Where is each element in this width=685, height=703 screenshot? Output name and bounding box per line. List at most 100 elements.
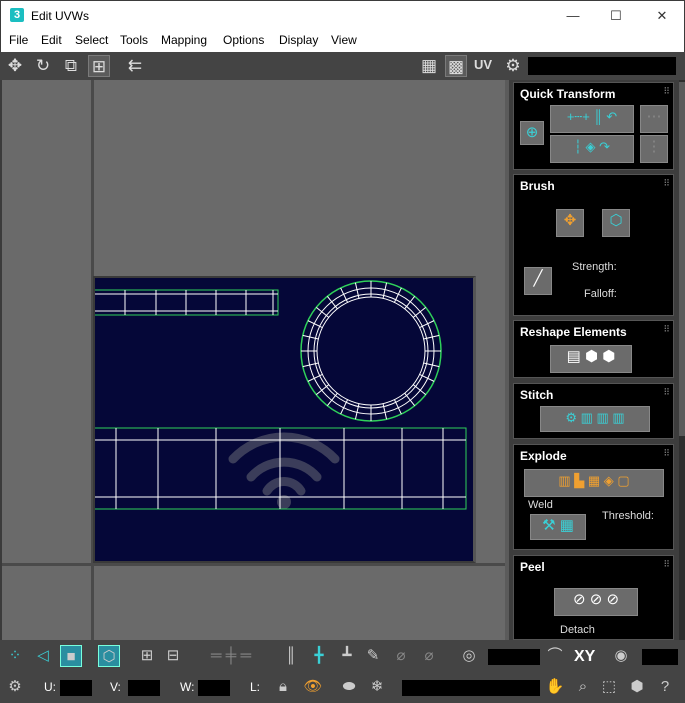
hide-icon[interactable]: 👁︎	[302, 676, 324, 698]
shrink-select-icon[interactable]: ⊟	[162, 645, 184, 667]
peel-title[interactable]: Peel	[520, 560, 545, 574]
zoom-icon[interactable]: ⌕	[572, 676, 594, 698]
menu-mapping[interactable]: Mapping	[161, 33, 207, 47]
uv-viewport[interactable]	[0, 80, 511, 640]
rotate-icon[interactable]: ↻	[32, 55, 54, 77]
mirror-icon[interactable]: ⇇	[124, 55, 146, 77]
uv-mesh	[95, 280, 467, 510]
menu-options[interactable]: Options	[223, 33, 264, 47]
stitch-title[interactable]: Stitch	[520, 388, 553, 402]
menu-edit[interactable]: Edit	[41, 33, 62, 47]
settings-icon[interactable]: ⚙	[502, 55, 524, 77]
scale-icon[interactable]: ⧉	[60, 55, 82, 77]
menu-view[interactable]: View	[331, 33, 357, 47]
transform-mode-icon[interactable]: ⚙	[4, 676, 26, 698]
freeform-mode-button[interactable]: ⊕	[520, 121, 544, 145]
show-icon[interactable]: ⬬	[338, 676, 360, 698]
align-horizontal-button[interactable]: +┄+ ║ ↶	[550, 105, 634, 133]
pan-icon[interactable]: ✋	[544, 676, 566, 698]
status-toolbar: ⚙ U: V: W: L: 🔒︎ 👁︎ ⬬ ❄ ✋ ⌕ ⬚ ⬢ ?	[0, 672, 685, 703]
reshape-elements-title[interactable]: Reshape Elements	[520, 325, 627, 339]
threshold-label: Threshold:	[602, 510, 654, 522]
zoom-extents-icon[interactable]: ⬢	[626, 676, 648, 698]
detach-label: Detach	[560, 624, 595, 636]
space-vertical-button[interactable]: ⋮	[640, 135, 668, 163]
lock-icon[interactable]: 🔒︎	[272, 676, 294, 698]
menu-tools[interactable]: Tools	[120, 33, 148, 47]
brush-size-icon[interactable]: ╱	[524, 267, 552, 295]
checker-icon[interactable]: ▦	[418, 55, 440, 77]
maximize-button[interactable]: ☐	[593, 1, 639, 31]
quick-transform-rollout: Quick Transform ⠿ ⊕ +┄+ ║ ↶ ┆ ◈ ↷ ⋯ ⋮	[513, 82, 674, 170]
panel-scrollbar-thumb[interactable]	[679, 82, 685, 436]
l-label: L:	[250, 680, 261, 694]
uv-label[interactable]: UV	[474, 57, 492, 72]
minimize-button[interactable]: —	[550, 1, 596, 31]
grip-icon[interactable]: ⠿	[663, 324, 670, 335]
paint-move-icon[interactable]: ✥	[556, 209, 584, 237]
status-field[interactable]	[402, 680, 540, 696]
grip-icon[interactable]: ⠿	[663, 448, 670, 459]
tools-panel: Quick Transform ⠿ ⊕ +┄+ ║ ↶ ┆ ◈ ↷ ⋯ ⋮ Br…	[509, 80, 685, 640]
loop-ring-icon[interactable]: ═ ╪ ═	[194, 645, 268, 667]
menu-display[interactable]: Display	[279, 33, 318, 47]
checker-map-icon[interactable]: ▩	[445, 55, 467, 77]
zoom-region-icon[interactable]: ⬚	[598, 676, 620, 698]
paint-grow-icon[interactable]: ⌀	[390, 645, 412, 667]
edge-loop-icon[interactable]: ║	[280, 645, 302, 667]
weld-buttons[interactable]: ⚒ ▦	[530, 514, 586, 540]
reshape-buttons[interactable]: ▤ ⬢ ⬢	[550, 345, 632, 373]
element-select-icon[interactable]: ⬡	[98, 645, 120, 667]
falloff-label: Falloff:	[584, 288, 617, 300]
grow-select-icon[interactable]: ⊞	[136, 645, 158, 667]
point-to-point-icon[interactable]: ╋	[308, 645, 330, 667]
grip-icon[interactable]: ⠿	[663, 86, 670, 97]
brush-title[interactable]: Brush	[520, 179, 555, 193]
menu-file[interactable]: File	[9, 33, 28, 47]
space-horizontal-button[interactable]: ⋯	[640, 105, 668, 133]
vertex-select-icon[interactable]: ⁘	[4, 645, 26, 667]
v-field[interactable]	[128, 680, 160, 696]
soft-select-icon[interactable]: ◎	[458, 645, 480, 667]
texture-dropdown[interactable]	[528, 57, 676, 75]
close-button[interactable]: ✕	[639, 1, 685, 31]
uv-strip-bottom	[95, 427, 467, 510]
stitch-buttons[interactable]: ⚙ ▥ ▥ ▥	[540, 406, 650, 432]
help-icon[interactable]: ?	[654, 676, 676, 698]
weld-label: Weld	[528, 499, 553, 511]
paint-shrink-icon[interactable]: ⌀	[418, 645, 440, 667]
uv-ring	[300, 280, 442, 422]
grip-icon[interactable]: ⠿	[663, 559, 670, 570]
soft-select-value[interactable]	[488, 649, 540, 665]
quick-transform-title[interactable]: Quick Transform	[520, 87, 615, 101]
relax-brush-icon[interactable]: ⬡	[602, 209, 630, 237]
explode-title[interactable]: Explode	[520, 449, 567, 463]
top-toolbar: ✥ ↻ ⧉ ⊞ ⇇ ▦ ▩ UV ⚙	[0, 52, 685, 80]
value-field[interactable]	[642, 649, 678, 665]
grip-icon[interactable]: ⠿	[663, 178, 670, 189]
u-field[interactable]	[60, 680, 92, 696]
xy-toggle[interactable]: XY	[574, 648, 595, 666]
stitch-rollout: Stitch ⠿ ⚙ ▥ ▥ ▥	[513, 383, 674, 439]
reshape-elements-rollout: Reshape Elements ⠿ ▤ ⬢ ⬢	[513, 320, 674, 378]
strength-label: Strength:	[572, 261, 617, 273]
panel-scrollbar[interactable]	[679, 80, 685, 640]
grip-icon[interactable]: ⠿	[663, 387, 670, 398]
falloff-curve-icon[interactable]: ⌒	[544, 645, 566, 667]
sphere-icon[interactable]: ◉	[610, 645, 632, 667]
w-field[interactable]	[198, 680, 230, 696]
freeze-icon[interactable]: ❄	[366, 676, 388, 698]
move-icon[interactable]: ✥	[4, 55, 26, 77]
menu-select[interactable]: Select	[75, 33, 108, 47]
paint-select-icon[interactable]: ┻	[336, 645, 358, 667]
edge-select-icon[interactable]: ◁	[32, 645, 54, 667]
v-axis-line	[2, 563, 511, 566]
brush-select-icon[interactable]: ✎	[362, 645, 384, 667]
uv-tile[interactable]	[93, 276, 476, 563]
peel-buttons[interactable]: ⊘ ⊘ ⊘	[554, 588, 638, 616]
window-title: Edit UVWs	[31, 9, 90, 23]
explode-buttons[interactable]: ▥ ▙ ▦ ◈ ▢	[524, 469, 664, 497]
freeform-icon[interactable]: ⊞	[88, 55, 110, 77]
align-vertical-button[interactable]: ┆ ◈ ↷	[550, 135, 634, 163]
face-select-icon[interactable]: ■	[60, 645, 82, 667]
